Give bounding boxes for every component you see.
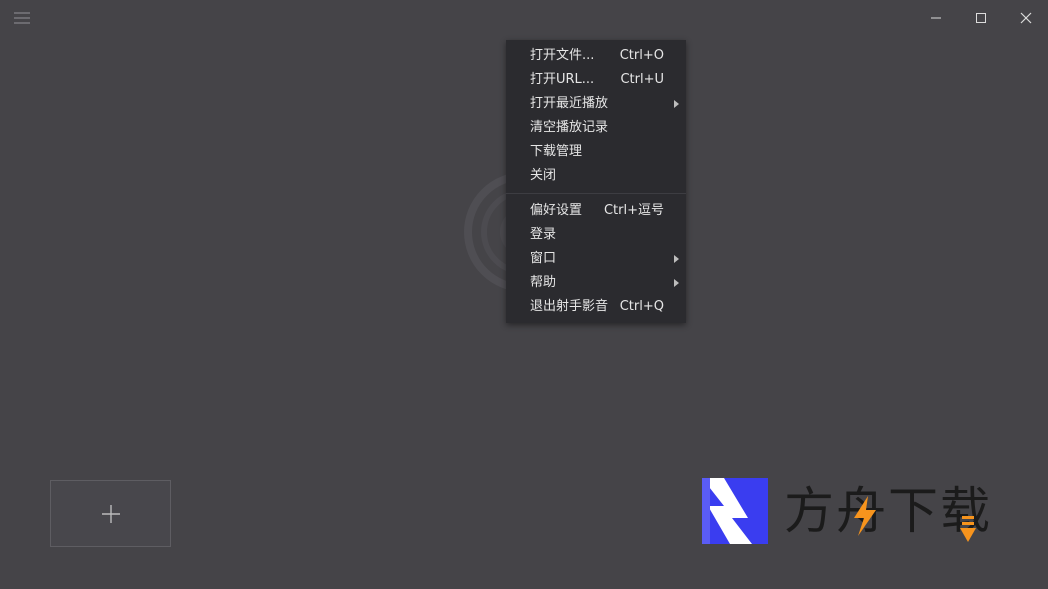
menu-item-label: 帮助 — [530, 275, 557, 290]
menu-item[interactable]: 打开最近播放 — [506, 92, 686, 116]
menu-item-label: 打开文件... — [530, 48, 595, 63]
menu-item-label: 偏好设置 — [530, 203, 583, 218]
download-arrow-icon — [960, 516, 976, 542]
menu-item-label: 窗口 — [530, 251, 557, 266]
player-window: 打开文件... Ctrl+O 打开URL... Ctrl+U 打开最近播放 清空播放记录下… — [0, 0, 1048, 589]
menu-item-label: 打开最近播放 — [530, 96, 609, 111]
menu-item[interactable]: 关闭 — [506, 164, 686, 188]
lightning-icon — [854, 496, 876, 536]
menu-item-label: 打开URL... — [530, 72, 595, 87]
minimize-button[interactable] — [913, 0, 958, 36]
menu-item[interactable]: 登录 — [506, 223, 686, 247]
menu-item-shortcut: Ctrl+逗号 — [603, 203, 664, 218]
minimize-icon — [930, 17, 941, 19]
menu-item-label: 清空播放记录 — [530, 120, 609, 135]
menu-item[interactable]: 打开URL... Ctrl+U — [506, 68, 686, 92]
maximize-button[interactable] — [958, 0, 1003, 36]
close-button[interactable] — [1003, 0, 1048, 36]
menu-item-shortcut: Ctrl+Q — [619, 299, 664, 314]
submenu-arrow-icon — [674, 279, 679, 287]
menu-item[interactable]: 清空播放记录 — [506, 116, 686, 140]
menu-item-label: 退出射手影音 — [530, 299, 609, 314]
menu-item[interactable]: 偏好设置 Ctrl+逗号 — [506, 199, 686, 223]
main-context-menu: 打开文件... Ctrl+O 打开URL... Ctrl+U 打开最近播放 清空播放记录下… — [506, 40, 686, 323]
hamburger-menu-icon[interactable] — [14, 12, 30, 26]
close-icon — [1020, 12, 1031, 24]
menu-separator — [506, 193, 686, 194]
menu-item-label: 登录 — [530, 227, 557, 242]
menu-item-label: 下载管理 — [530, 144, 583, 159]
brand-logo-icon — [702, 478, 768, 544]
brand-watermark: 方舟下载 — [702, 476, 1012, 546]
menu-item-label: 关闭 — [530, 168, 557, 183]
submenu-arrow-icon — [674, 100, 679, 108]
menu-item[interactable]: 下载管理 — [506, 140, 686, 164]
submenu-arrow-icon — [674, 255, 679, 263]
plus-icon — [101, 504, 120, 523]
maximize-icon — [975, 13, 986, 23]
menu-item-shortcut: Ctrl+O — [619, 48, 664, 63]
window-controls — [913, 0, 1048, 36]
menu-item-shortcut: Ctrl+U — [620, 72, 664, 87]
menu-group-app: 偏好设置 Ctrl+逗号登录窗口帮助退出射手影音 Ctrl+Q — [506, 199, 686, 319]
menu-item[interactable]: 打开文件... Ctrl+O — [506, 44, 686, 68]
menu-group-file: 打开文件... Ctrl+O 打开URL... Ctrl+U 打开最近播放 清空播放记录下… — [506, 44, 686, 188]
menu-item[interactable]: 退出射手影音 Ctrl+Q — [506, 295, 686, 319]
menu-item[interactable]: 帮助 — [506, 271, 686, 295]
menu-item[interactable]: 窗口 — [506, 247, 686, 271]
add-file-button[interactable] — [50, 480, 171, 547]
